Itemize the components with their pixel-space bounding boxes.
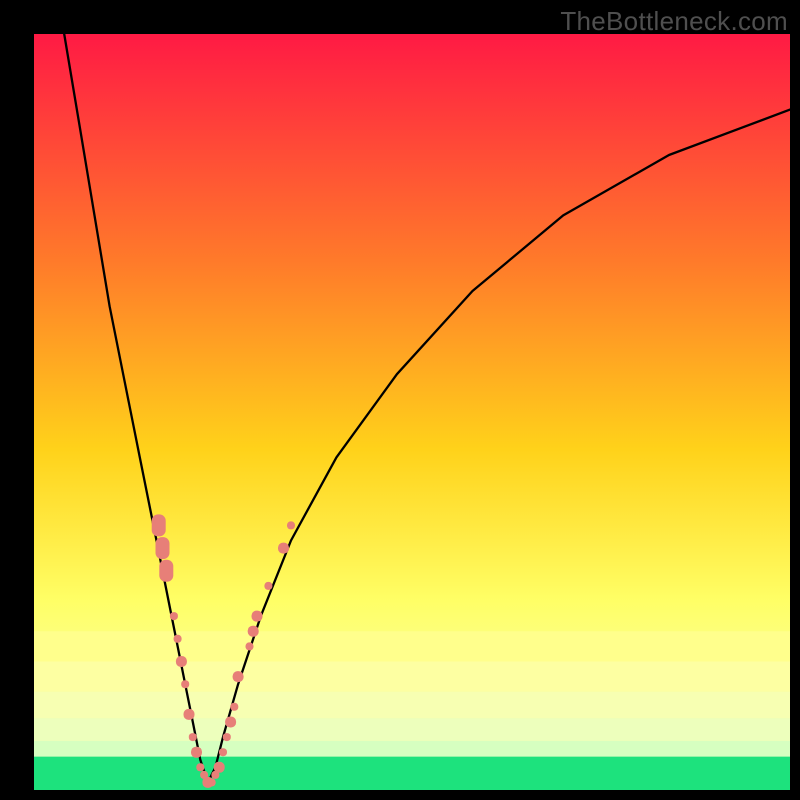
sample-point-marker xyxy=(214,762,225,773)
sample-point-marker xyxy=(223,733,231,741)
sample-point-marker xyxy=(181,680,189,688)
chart-svg xyxy=(0,0,800,800)
sample-point-marker xyxy=(170,612,178,620)
sample-point-marker xyxy=(252,611,263,622)
sample-point-marker xyxy=(189,733,197,741)
sample-point-marker xyxy=(264,582,272,590)
chart-frame: TheBottleneck.com xyxy=(0,0,800,800)
sample-point-marker xyxy=(159,560,173,582)
watermark-text: TheBottleneck.com xyxy=(560,6,788,37)
sample-point-marker xyxy=(287,521,295,529)
sample-point-marker xyxy=(152,514,166,536)
sample-point-marker xyxy=(248,626,259,637)
sample-point-marker xyxy=(278,543,289,554)
sample-point-marker xyxy=(219,748,227,756)
gradient-stratum xyxy=(34,692,790,718)
gradient-stratum xyxy=(34,631,790,661)
sample-point-marker xyxy=(191,747,202,758)
gradient-stratum xyxy=(34,718,790,741)
sample-point-marker xyxy=(233,671,244,682)
sample-point-marker xyxy=(184,709,195,720)
sample-point-marker xyxy=(196,763,204,771)
sample-point-marker xyxy=(225,717,236,728)
sample-point-marker xyxy=(156,537,170,559)
gradient-stratum xyxy=(34,661,790,691)
sample-point-marker xyxy=(176,656,187,667)
sample-point-marker xyxy=(246,642,254,650)
sample-point-marker xyxy=(230,703,238,711)
sample-point-marker xyxy=(208,778,216,786)
gradient-stratum xyxy=(34,741,790,757)
optimal-band xyxy=(34,757,790,790)
sample-point-marker xyxy=(174,635,182,643)
